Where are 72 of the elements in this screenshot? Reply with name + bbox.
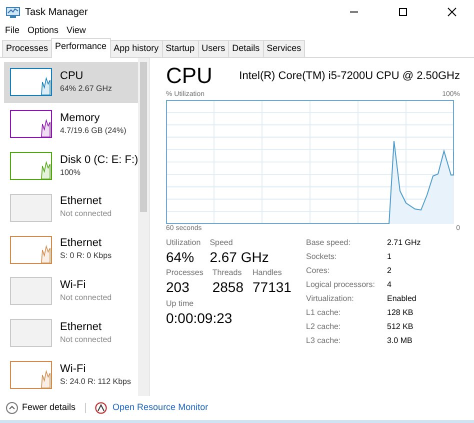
sidebar-item[interactable]: Wi-Fi S: 24.0 R: 112 Kbps (4, 354, 138, 396)
spec-label: Cores: (306, 265, 331, 277)
item-detail: 4.7/19.6 GB (24%) (60, 124, 126, 137)
tab[interactable]: App history (110, 40, 163, 56)
stat-label: Utilization (166, 237, 201, 249)
sidebar-item[interactable]: Memory 4.7/19.6 GB (24%) (4, 103, 138, 146)
stat-label: Threads (212, 267, 243, 280)
tab[interactable]: Users (198, 40, 230, 56)
tab[interactable]: Details (228, 40, 264, 56)
tab[interactable]: Processes (2, 40, 52, 56)
item-name: Wi-Fi (60, 278, 87, 292)
spec-value: 2 (387, 265, 392, 277)
stat-label: Processes (166, 267, 204, 280)
stat-label: Handles (252, 267, 283, 280)
stat-value: 0:00:09:23 (166, 310, 232, 326)
stat-value: 2.67 GHz (210, 249, 269, 265)
spec-label: L2 cache: (306, 321, 342, 333)
menu-item[interactable]: File (5, 24, 20, 38)
cpu-model: Intel(R) Core(TM) i5-7200U CPU @ 2.50GHz (239, 69, 460, 84)
spec-value: 128 KB (387, 307, 414, 319)
maximize-icon (398, 7, 408, 17)
spec-label: L3 cache: (306, 335, 342, 347)
item-name: Disk 0 (C: E: F:) (60, 154, 138, 167)
item-detail: Not connected (60, 334, 112, 346)
sidebar-item[interactable]: Wi-Fi Not connected (4, 270, 138, 312)
item-detail: Not connected (60, 208, 112, 220)
spec-label: Virtualization: (306, 293, 355, 305)
spec-value: Enabled (387, 293, 418, 305)
panel-title: CPU (166, 64, 212, 88)
item-name: Memory (60, 112, 101, 125)
window-title: Task Manager (25, 6, 89, 20)
spec-value: 1 (387, 251, 392, 263)
close-icon (447, 7, 457, 17)
stat-label: Up time (166, 298, 195, 310)
stat-value: 2858 (212, 279, 244, 296)
item-detail: S: 0 R: 0 Kbps (60, 250, 112, 262)
tab[interactable]: Performance (51, 38, 111, 58)
sidebar-item[interactable]: Ethernet Not connected (4, 186, 138, 229)
stat-value: 64% (166, 249, 196, 265)
spec-label: L1 cache: (306, 307, 342, 319)
stat-value: 203 (166, 279, 190, 296)
sidebar-item[interactable]: Ethernet Not connected (4, 312, 138, 354)
chevron-up-icon (6, 402, 18, 414)
fewer-details-button[interactable]: Fewer details (6, 401, 76, 415)
sidebar-item[interactable]: Ethernet S: 0 R: 0 Kbps (4, 228, 138, 271)
tab[interactable]: Services (262, 40, 306, 56)
item-name: CPU (60, 70, 84, 83)
spec-value: 3.0 MB (387, 335, 414, 347)
spec-value: 512 KB (387, 321, 414, 333)
item-detail: 64% 2.67 GHz (60, 82, 112, 95)
app-icon (6, 6, 20, 18)
item-name: Ethernet (60, 195, 103, 208)
item-detail: 100% (60, 166, 82, 179)
item-name: Ethernet (60, 237, 103, 250)
stat-value: 77131 (252, 279, 292, 296)
item-detail: S: 24.0 R: 112 Kbps (60, 376, 132, 388)
tab[interactable]: Startup (162, 40, 199, 56)
spec-label: Base speed: (306, 237, 352, 249)
spec-label: Logical processors: (306, 279, 376, 291)
stat-label: Speed (210, 237, 234, 249)
menu-item[interactable]: Options (28, 24, 59, 38)
item-detail: Not connected (60, 292, 112, 304)
resource-monitor-link[interactable]: Open Resource Monitor (112, 401, 208, 415)
spec-value: 4 (387, 279, 392, 291)
item-name: Wi-Fi (60, 362, 87, 376)
scrollbar[interactable] (138, 58, 149, 396)
menu-item[interactable]: View (66, 24, 86, 38)
sidebar-item[interactable]: Disk 0 (C: E: F:) 100% (4, 145, 138, 187)
sidebar-item[interactable]: CPU 64% 2.67 GHz (4, 62, 138, 104)
spec-label: Sockets: (306, 251, 338, 263)
spec-value: 2.71 GHz (387, 237, 421, 249)
item-name: Ethernet (60, 320, 103, 334)
